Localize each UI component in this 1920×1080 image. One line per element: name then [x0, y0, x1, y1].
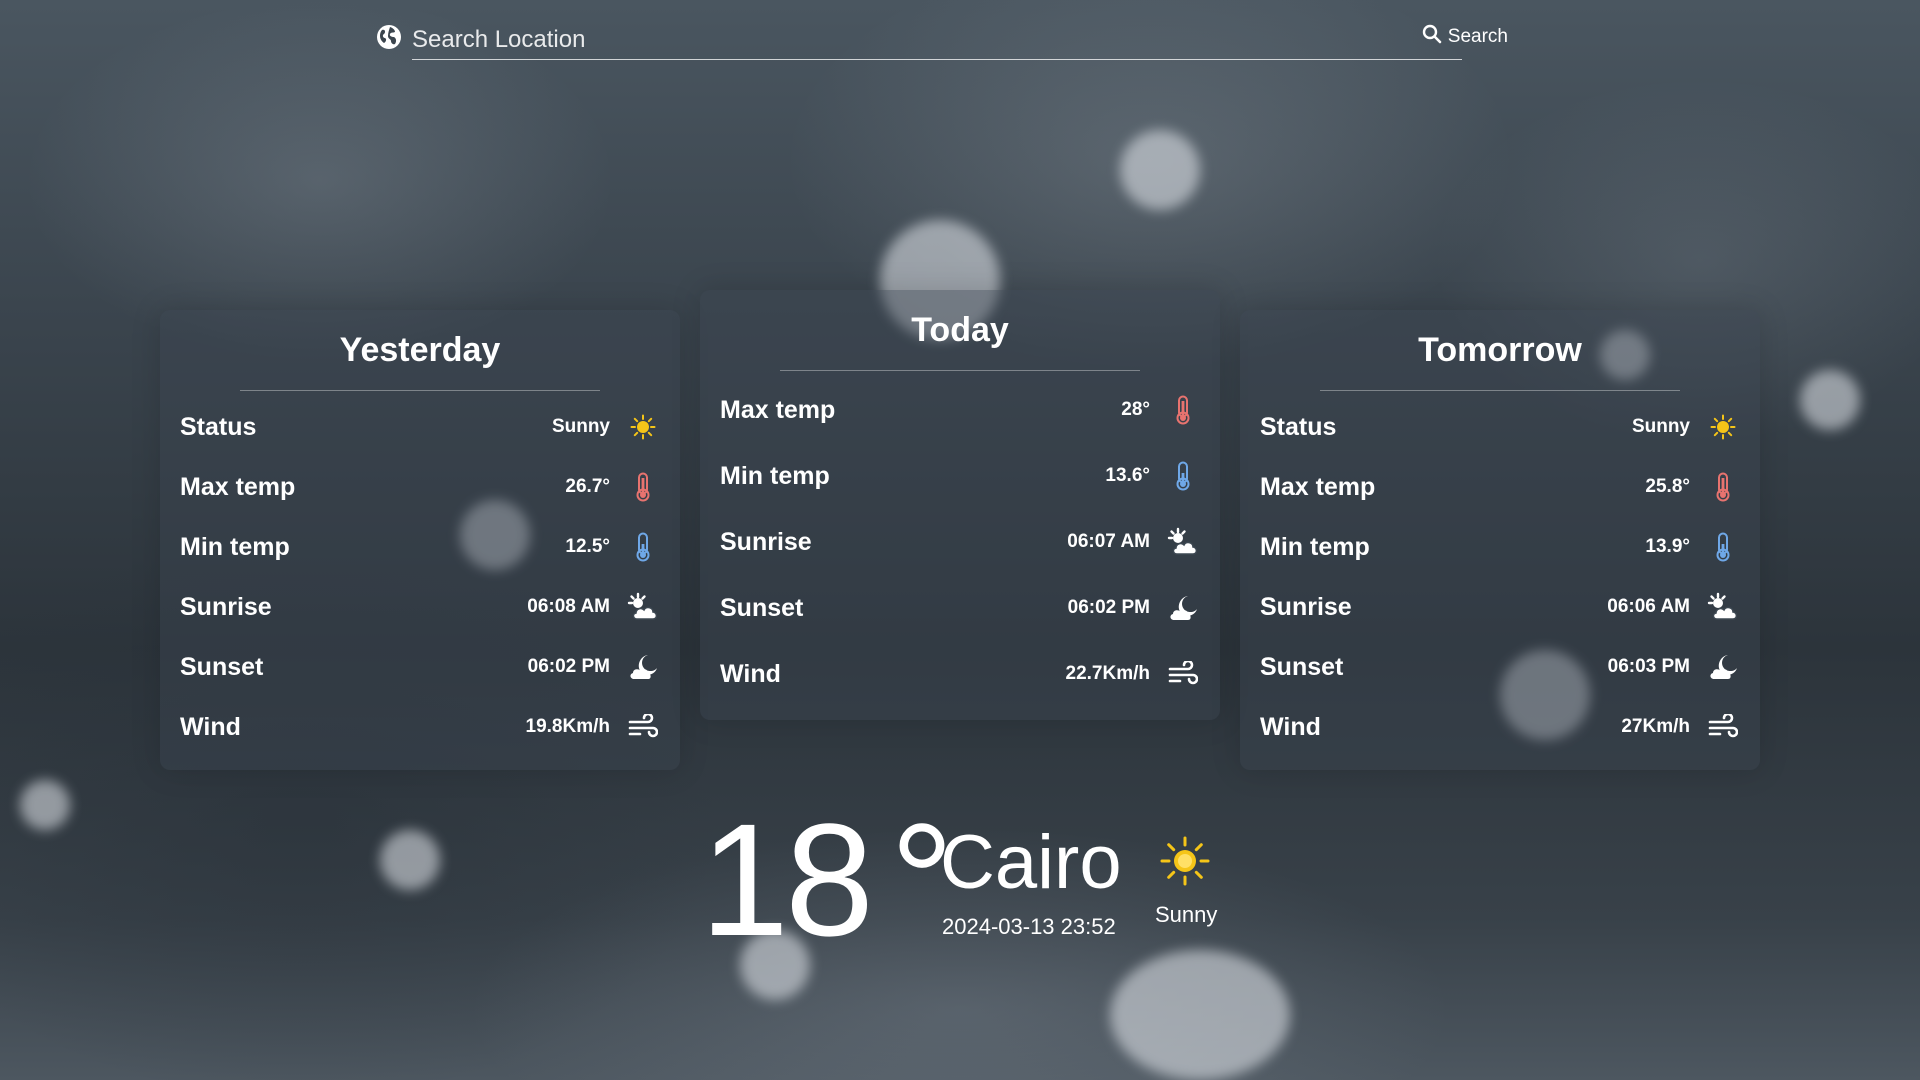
row-value: Sunny: [551, 416, 610, 437]
snowflake: [1120, 130, 1200, 210]
row-value: 06:02 PM: [527, 656, 610, 677]
city-name: Cairo: [940, 820, 1122, 905]
globe-icon: [376, 24, 402, 50]
wind-icon: [1706, 710, 1740, 744]
today-card: Today Max temp 28° Min temp 13.6° Sunrise 06:…: [700, 290, 1220, 720]
wind-icon: [626, 710, 660, 744]
row-value: 27Km/h: [1621, 716, 1690, 737]
row-value: 12.5°: [565, 536, 610, 557]
sunset-icon: [1166, 591, 1200, 625]
sunset-icon: [626, 650, 660, 684]
card-title: Yesterday: [339, 331, 501, 369]
row-value: 06:03 PM: [1607, 656, 1690, 677]
row-value: 13.6°: [1105, 465, 1150, 486]
divider: [1320, 390, 1680, 391]
sunrise-icon: [1166, 525, 1200, 559]
weather-row-wind: Wind 22.7Km/h: [700, 641, 1220, 707]
card-title: Today: [911, 311, 1009, 349]
wind-icon: [1166, 657, 1200, 691]
row-value: 19.8Km/h: [525, 716, 610, 737]
card-title: Tomorrow: [1418, 331, 1582, 369]
search-input[interactable]: [412, 14, 1462, 60]
row-value: 06:08 AM: [527, 596, 610, 617]
row-value: 13.9°: [1645, 536, 1690, 557]
weather-row-sunrise: Sunrise 06:06 AM: [1240, 577, 1760, 637]
weather-row-max-temp: Max temp 26.7°: [160, 457, 680, 517]
weather-row-sunset: Sunset 06:02 PM: [700, 575, 1220, 641]
weather-row-sunset: Sunset 06:03 PM: [1240, 637, 1760, 697]
weather-row-status: Status Sunny: [160, 397, 680, 457]
sun-icon: [1706, 410, 1740, 444]
thermometer-hot-icon: [1706, 470, 1740, 504]
current-datetime: 2024-03-13 23:52: [942, 914, 1116, 939]
divider: [240, 390, 600, 391]
thermometer-cold-icon: [626, 530, 660, 564]
magnifier-icon: [1422, 24, 1442, 50]
current-weather: 18 ° Cairo 2024-03-13 23:52 Sunny: [700, 800, 1240, 980]
thermometer-hot-icon: [1166, 393, 1200, 427]
snowflake: [1800, 370, 1860, 430]
tomorrow-card: Tomorrow Status Sunny Max temp 25.8° Min tem…: [1240, 310, 1760, 770]
row-value: 22.7Km/h: [1065, 663, 1150, 684]
sun-icon: [626, 410, 660, 444]
yesterday-card: Yesterday Status Sunny Max temp 26.7° Min te…: [160, 310, 680, 770]
row-value: 28°: [1121, 399, 1150, 420]
weather-row-min-temp: Min temp 13.6°: [700, 443, 1220, 509]
divider: [780, 370, 1140, 371]
weather-row-sunrise: Sunrise 06:08 AM: [160, 577, 680, 637]
weather-row-max-temp: Max temp 25.8°: [1240, 457, 1760, 517]
sunset-icon: [1706, 650, 1740, 684]
sun-icon: [1160, 836, 1210, 886]
thermometer-cold-icon: [1706, 530, 1740, 564]
search-button-label: Search: [1447, 26, 1508, 47]
thermometer-hot-icon: [626, 470, 660, 504]
row-value: Sunny: [1631, 416, 1690, 437]
weather-row-wind: Wind 19.8Km/h: [160, 697, 680, 757]
snowflake: [380, 830, 440, 890]
row-value: 26.7°: [565, 476, 610, 497]
weather-row-sunrise: Sunrise 06:07 AM: [700, 509, 1220, 575]
sunrise-icon: [626, 590, 660, 624]
weather-row-min-temp: Min temp 12.5°: [160, 517, 680, 577]
row-value: 06:02 PM: [1067, 597, 1150, 618]
row-value: 06:06 AM: [1607, 596, 1690, 617]
sunrise-icon: [1706, 590, 1740, 624]
search-bar: Search: [368, 14, 1508, 60]
current-status: Sunny: [1155, 902, 1218, 927]
weather-row-wind: Wind 27Km/h: [1240, 697, 1760, 757]
row-value: 25.8°: [1645, 476, 1690, 497]
weather-row-max-temp: Max temp 28°: [700, 377, 1220, 443]
weather-row-sunset: Sunset 06:02 PM: [160, 637, 680, 697]
search-button[interactable]: Search: [1422, 22, 1508, 52]
weather-row-status: Status Sunny: [1240, 397, 1760, 457]
thermometer-cold-icon: [1166, 459, 1200, 493]
row-value: 06:07 AM: [1067, 531, 1150, 552]
weather-row-min-temp: Min temp 13.9°: [1240, 517, 1760, 577]
current-temperature: 18: [700, 790, 874, 969]
snowflake: [20, 780, 70, 830]
